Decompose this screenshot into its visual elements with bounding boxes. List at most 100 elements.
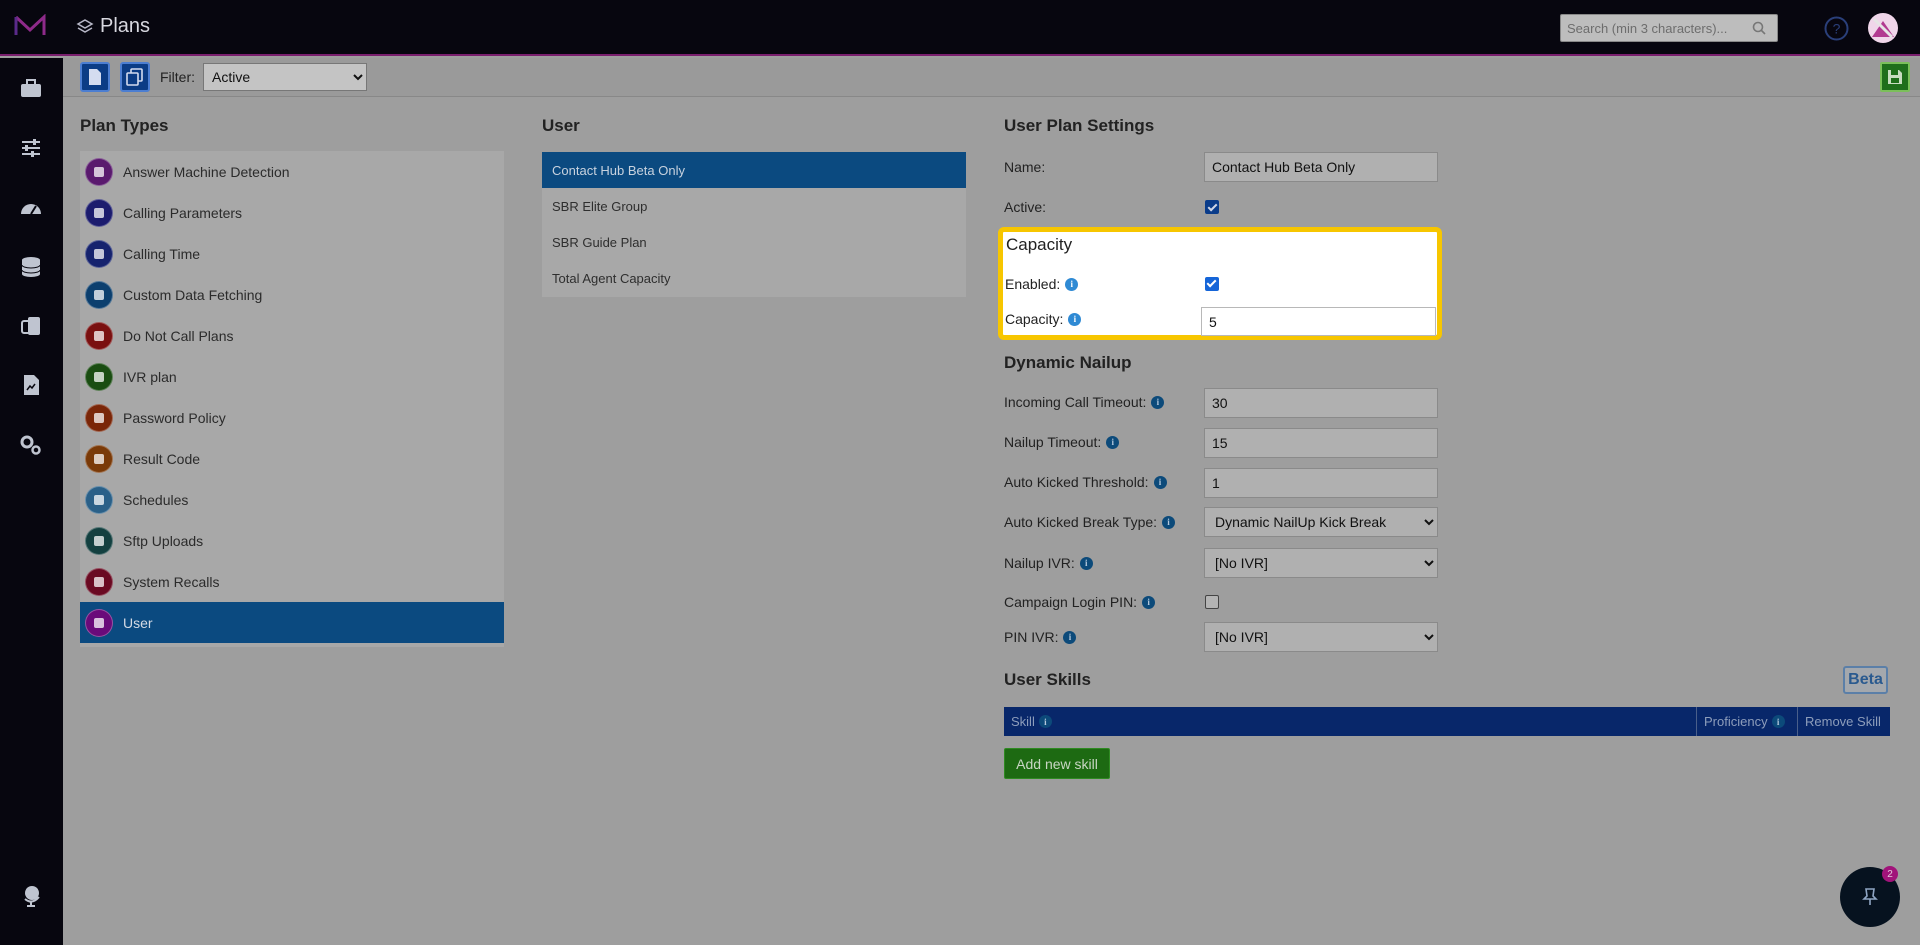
capacity-title: Capacity [1006, 235, 1073, 254]
enabled-checkbox[interactable] [1205, 277, 1219, 291]
plan-type-item[interactable]: Do Not Call Plans [80, 315, 504, 356]
remove-skill-column-label: Remove Skill [1805, 714, 1881, 729]
pin-ivr-text: PIN IVR: [1004, 629, 1059, 645]
toolbox-icon [21, 79, 41, 97]
brand-logo[interactable] [14, 14, 46, 38]
pin-ivr-label: PIN IVR: i [1004, 629, 1077, 645]
gears-icon [20, 435, 41, 455]
toolbar: Filter: Active [63, 58, 1920, 97]
plan-type-item[interactable]: System Recalls [80, 561, 504, 602]
pin-ivr-select[interactable]: [No IVR] [1204, 622, 1438, 652]
nav-home[interactable] [16, 73, 46, 103]
user-list-title: User [542, 116, 580, 135]
help-icon[interactable]: ? [1824, 16, 1849, 41]
info-icon[interactable]: i [1771, 715, 1785, 728]
info-icon[interactable]: i [1068, 312, 1082, 326]
nav-dashboard[interactable] [16, 193, 46, 223]
nailup-ivr-select[interactable]: [No IVR] [1204, 548, 1438, 578]
nailup-timeout-label: Nailup Timeout: i [1004, 434, 1120, 450]
active-label: Active: [1004, 199, 1046, 215]
nav-reports[interactable] [16, 370, 46, 400]
nailup-timeout-field[interactable] [1204, 428, 1438, 458]
capacity-label-text: Capacity: [1005, 311, 1064, 327]
incoming-call-timeout-label: Incoming Call Timeout: i [1004, 394, 1165, 410]
global-search[interactable] [1560, 14, 1778, 42]
user-avatar[interactable] [1868, 13, 1898, 43]
search-icon[interactable] [1752, 21, 1766, 35]
plan-type-icon [85, 280, 113, 309]
new-plan-button[interactable] [80, 62, 110, 92]
info-icon[interactable]: i [1065, 277, 1079, 291]
user-plan-item[interactable]: SBR Elite Group [542, 188, 966, 224]
plan-type-item[interactable]: User [80, 602, 504, 643]
plan-type-item[interactable]: Calling Time [80, 233, 504, 274]
plan-type-item[interactable]: Sftp Uploads [80, 520, 504, 561]
auto-kicked-break-type-select[interactable]: Dynamic NailUp Kick Break [1204, 507, 1438, 537]
plan-type-label: Result Code [123, 450, 201, 467]
plan-type-item[interactable]: Answer Machine Detection [80, 151, 504, 192]
add-new-skill-button[interactable]: Add new skill [1004, 748, 1110, 779]
nailup-ivr-label: Nailup IVR: i [1004, 555, 1093, 571]
incoming-call-timeout-field[interactable] [1204, 388, 1438, 418]
top-bar: Plans ? [0, 0, 1920, 56]
enabled-label: Enabled: i [1005, 276, 1079, 292]
nailup-ivr-text: Nailup IVR: [1004, 555, 1075, 571]
plan-type-item[interactable]: Calling Parameters [80, 192, 504, 233]
save-icon [1888, 70, 1902, 84]
nav-database[interactable] [16, 252, 46, 282]
sliders-icon [22, 139, 40, 157]
name-field[interactable] [1204, 152, 1438, 182]
proficiency-column-header[interactable]: Proficiency i [1697, 707, 1798, 736]
plan-type-item[interactable]: Password Policy [80, 397, 504, 438]
plan-type-item[interactable]: Custom Data Fetching [80, 274, 504, 315]
app-title-text: Plans [100, 15, 151, 37]
info-icon[interactable]: i [1142, 595, 1156, 609]
plan-types-title: Plan Types [80, 116, 169, 135]
nav-globe[interactable] [16, 880, 46, 910]
filter-label: Filter: [160, 69, 195, 85]
info-icon[interactable]: i [1038, 715, 1052, 728]
user-plan-list: Contact Hub Beta Only SBR Elite Group SBR … [542, 152, 966, 297]
user-plan-item[interactable]: SBR Guide Plan [542, 224, 966, 260]
info-icon[interactable]: i [1079, 556, 1093, 570]
user-plan-settings-title: User Plan Settings [1004, 116, 1155, 135]
user-plan-item[interactable]: Contact Hub Beta Only [542, 152, 966, 188]
auto-kicked-threshold-field[interactable] [1204, 468, 1438, 498]
user-plan-item[interactable]: Total Agent Capacity [542, 260, 966, 296]
skill-column-header[interactable]: Skill i [1004, 707, 1697, 736]
info-icon[interactable]: i [1162, 515, 1176, 529]
plan-type-label: Do Not Call Plans [123, 327, 234, 344]
info-icon[interactable]: i [1153, 475, 1167, 489]
plan-type-item[interactable]: Schedules [80, 479, 504, 520]
campaign-login-pin-label: Campaign Login PIN: i [1004, 594, 1156, 610]
nav-settings-sliders[interactable] [16, 133, 46, 163]
nav-contacts[interactable] [16, 311, 46, 341]
plan-type-icon [85, 239, 113, 268]
info-icon[interactable]: i [1106, 435, 1120, 449]
info-icon[interactable]: i [1063, 630, 1077, 644]
dynamic-nailup-title: Dynamic Nailup [1004, 353, 1132, 372]
filter-select[interactable]: Active [203, 63, 367, 91]
plan-type-label: User [123, 614, 153, 631]
copy-plan-button[interactable] [120, 62, 150, 92]
name-label: Name: [1004, 159, 1045, 175]
contacts-icon [21, 317, 40, 335]
nav-admin-settings[interactable] [16, 430, 46, 460]
capacity-section: Capacity Enabled: i Capacity: i [998, 227, 1442, 340]
layers-icon [76, 18, 94, 33]
capacity-input[interactable] [1201, 307, 1436, 336]
save-button[interactable] [1880, 62, 1910, 92]
active-checkbox[interactable] [1205, 200, 1219, 214]
plan-type-label: Calling Time [123, 245, 201, 262]
plan-type-label: Calling Parameters [123, 204, 243, 221]
plan-type-item[interactable]: Result Code [80, 438, 504, 479]
plan-type-icon [85, 157, 113, 186]
globe-icon [24, 886, 40, 907]
campaign-login-pin-checkbox[interactable] [1205, 595, 1219, 609]
plan-type-icon [85, 485, 113, 514]
incoming-call-timeout-text: Incoming Call Timeout: [1004, 394, 1147, 410]
search-input[interactable] [1567, 20, 1752, 36]
plan-type-icon [85, 567, 113, 596]
plan-type-item[interactable]: IVR plan [80, 356, 504, 397]
info-icon[interactable]: i [1151, 395, 1165, 409]
